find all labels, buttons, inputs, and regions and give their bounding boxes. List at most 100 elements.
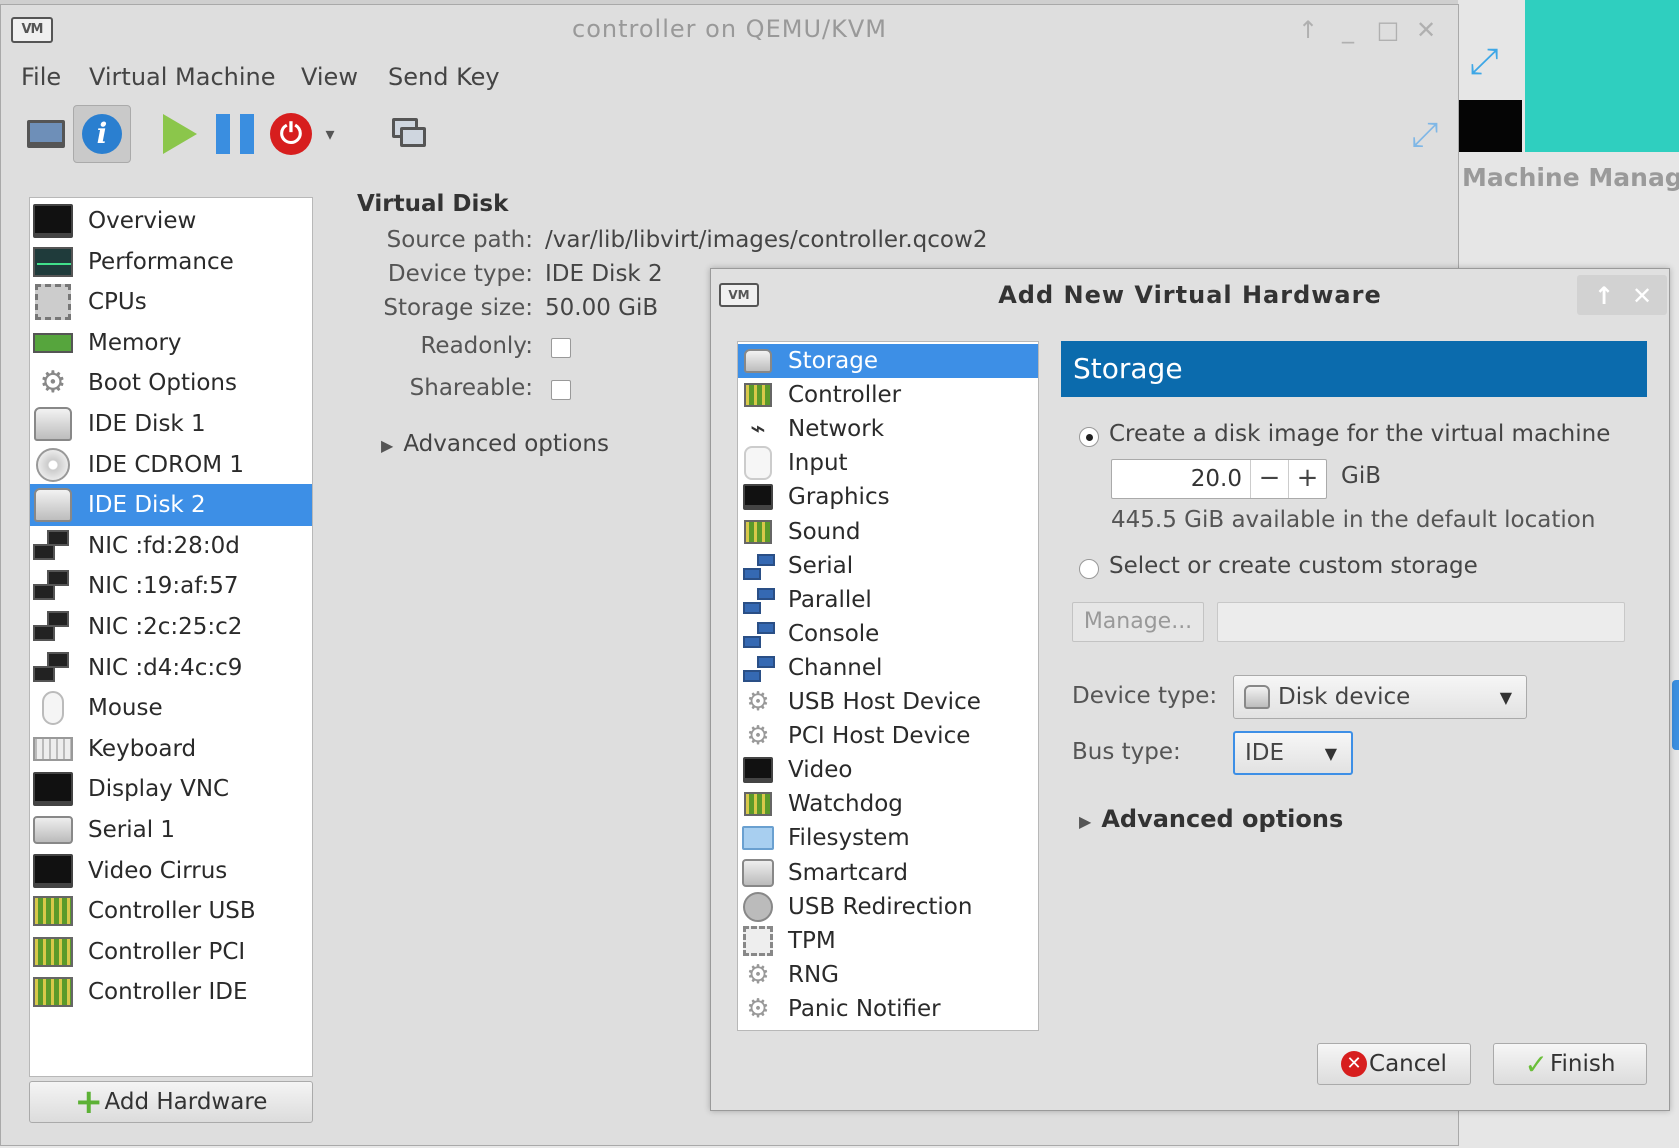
- hardware-type-item[interactable]: Sound: [738, 515, 1038, 549]
- background-teal-area: [1525, 0, 1679, 152]
- dialog-advanced-options-expander[interactable]: ▶ Advanced options: [1079, 805, 1343, 833]
- device-item-icon-slot: [32, 528, 74, 564]
- hardware-type-item[interactable]: ⚙ USB Host Device: [738, 685, 1038, 719]
- menu-send-key[interactable]: Send Key: [382, 59, 506, 95]
- create-disk-radio[interactable]: [1079, 427, 1099, 447]
- readonly-checkbox[interactable]: [551, 338, 571, 358]
- bus-type-field-label: Bus type:: [1072, 739, 1181, 765]
- device-item[interactable]: Serial 1: [30, 809, 312, 851]
- hardware-type-item[interactable]: ⚙ Panic Notifier: [738, 992, 1038, 1026]
- folder-icon: [742, 826, 774, 851]
- pause-icon: [216, 114, 254, 154]
- hardware-type-item[interactable]: USB Redirection: [738, 890, 1038, 924]
- background-resize-icon[interactable]: ⤢: [1462, 40, 1506, 84]
- bus-type-selected: IDE: [1245, 740, 1285, 766]
- disk-size-spinner[interactable]: 20.0 − +: [1111, 459, 1327, 499]
- pause-button[interactable]: [206, 105, 264, 163]
- menu-file[interactable]: File: [15, 59, 67, 95]
- hardware-type-item[interactable]: ⚙ PCI Host Device: [738, 719, 1038, 753]
- disk-size-value[interactable]: 20.0: [1112, 460, 1250, 498]
- device-item[interactable]: NIC :2c:25:c2: [30, 606, 312, 648]
- bus-type-select[interactable]: IDE ▼: [1233, 731, 1353, 775]
- device-item[interactable]: Display VNC: [30, 768, 312, 810]
- custom-storage-radio[interactable]: [1079, 559, 1099, 579]
- device-item[interactable]: IDE Disk 1: [30, 403, 312, 445]
- hardware-type-item[interactable]: ⌁ Network: [738, 412, 1038, 446]
- device-item[interactable]: NIC :d4:4c:c9: [30, 647, 312, 689]
- device-type-select[interactable]: Disk device ▼: [1233, 675, 1527, 719]
- device-item[interactable]: Video Cirrus: [30, 850, 312, 892]
- device-item[interactable]: CPUs: [30, 281, 312, 323]
- device-item-icon-slot: [32, 812, 74, 848]
- device-item[interactable]: NIC :fd:28:0d: [30, 525, 312, 567]
- window-maximize-button[interactable]: □: [1371, 13, 1405, 47]
- details-view-button[interactable]: i: [73, 105, 131, 163]
- hardware-type-icon-slot: [742, 619, 775, 649]
- hardware-type-item[interactable]: Input: [738, 446, 1038, 481]
- device-item[interactable]: IDE CDROM 1: [30, 444, 312, 486]
- device-item-label: Keyboard: [88, 735, 197, 762]
- add-hardware-button[interactable]: + Add Hardware: [29, 1081, 313, 1123]
- hardware-type-item[interactable]: Serial: [738, 549, 1038, 583]
- menu-virtual-machine[interactable]: Virtual Machine: [83, 59, 282, 95]
- hardware-type-item[interactable]: Storage: [738, 344, 1038, 378]
- hardware-type-item[interactable]: ⚙ RNG: [738, 958, 1038, 992]
- console-view-button[interactable]: [17, 105, 75, 163]
- manage-button[interactable]: Manage...: [1072, 602, 1204, 642]
- device-item[interactable]: Keyboard: [30, 728, 312, 770]
- device-item[interactable]: NIC :19:af:57: [30, 565, 312, 607]
- hardware-type-item[interactable]: Smartcard: [738, 856, 1038, 890]
- shutdown-menu-button[interactable]: ▾: [315, 105, 345, 163]
- controller-card-icon: [33, 896, 73, 927]
- device-item[interactable]: Performance: [30, 241, 312, 283]
- serial-port-icon: [742, 858, 774, 887]
- dialog-close-button[interactable]: ✕: [1625, 279, 1659, 313]
- hardware-type-item[interactable]: Channel: [738, 651, 1038, 685]
- shutdown-button[interactable]: ⏻: [262, 105, 320, 163]
- decrease-size-button[interactable]: −: [1250, 460, 1288, 498]
- finish-button[interactable]: ✓ Finish: [1493, 1043, 1647, 1085]
- hardware-type-item[interactable]: Controller: [738, 378, 1038, 412]
- hardware-type-item[interactable]: TPM: [738, 924, 1038, 958]
- menu-view[interactable]: View: [295, 59, 364, 95]
- device-list: Overview Performance CPUs Memory ⚙ Boot Optio…: [29, 197, 313, 1077]
- hardware-type-item[interactable]: Graphics: [738, 480, 1038, 514]
- device-item[interactable]: IDE Disk 2: [30, 484, 312, 527]
- snapshots-button[interactable]: [381, 105, 439, 163]
- run-button[interactable]: [151, 105, 209, 163]
- device-item-icon-slot: [32, 203, 74, 239]
- increase-size-button[interactable]: +: [1288, 460, 1326, 498]
- controller-card-icon: [744, 383, 772, 408]
- hardware-type-label: Panic Notifier: [788, 995, 941, 1022]
- device-item[interactable]: Memory: [30, 322, 312, 364]
- hardware-type-item[interactable]: Filesystem: [738, 821, 1038, 855]
- window-minimize-button[interactable]: _: [1331, 13, 1365, 47]
- device-item[interactable]: Controller IDE: [30, 971, 312, 1013]
- hardware-type-item[interactable]: Console: [738, 617, 1038, 651]
- custom-storage-path-input[interactable]: [1217, 602, 1625, 642]
- device-item[interactable]: Mouse: [30, 687, 312, 729]
- custom-storage-label[interactable]: Select or create custom storage: [1109, 553, 1478, 579]
- hardware-type-item[interactable]: Video: [738, 753, 1038, 787]
- add-hardware-label: Add Hardware: [104, 1089, 268, 1115]
- shareable-checkbox[interactable]: [551, 380, 571, 400]
- device-item[interactable]: Controller PCI: [30, 931, 312, 973]
- window-raise-button[interactable]: ↑: [1291, 13, 1325, 47]
- dialog-raise-button[interactable]: ↑: [1587, 279, 1621, 313]
- fullscreen-resize-icon[interactable]: ⤢: [1403, 113, 1447, 157]
- device-item[interactable]: ⚙ Boot Options: [30, 362, 312, 404]
- device-item[interactable]: Controller USB: [30, 890, 312, 932]
- cancel-button[interactable]: ✕ Cancel: [1317, 1043, 1471, 1085]
- advanced-options-expander[interactable]: ▶ Advanced options: [381, 431, 609, 457]
- hardware-type-item[interactable]: Watchdog: [738, 787, 1038, 821]
- hardware-type-item[interactable]: Parallel: [738, 583, 1038, 617]
- device-item-label: IDE Disk 1: [88, 411, 206, 437]
- tpm-chip-icon: [743, 925, 773, 956]
- gears-icon: ⚙: [39, 365, 67, 401]
- shareable-label: Shareable:: [409, 375, 533, 401]
- device-item[interactable]: Overview: [30, 200, 312, 242]
- hardware-type-icon-slot: [742, 551, 775, 581]
- device-item-label: Mouse: [88, 695, 163, 722]
- window-close-button[interactable]: ✕: [1409, 13, 1443, 47]
- create-disk-label[interactable]: Create a disk image for the virtual mach…: [1109, 421, 1610, 447]
